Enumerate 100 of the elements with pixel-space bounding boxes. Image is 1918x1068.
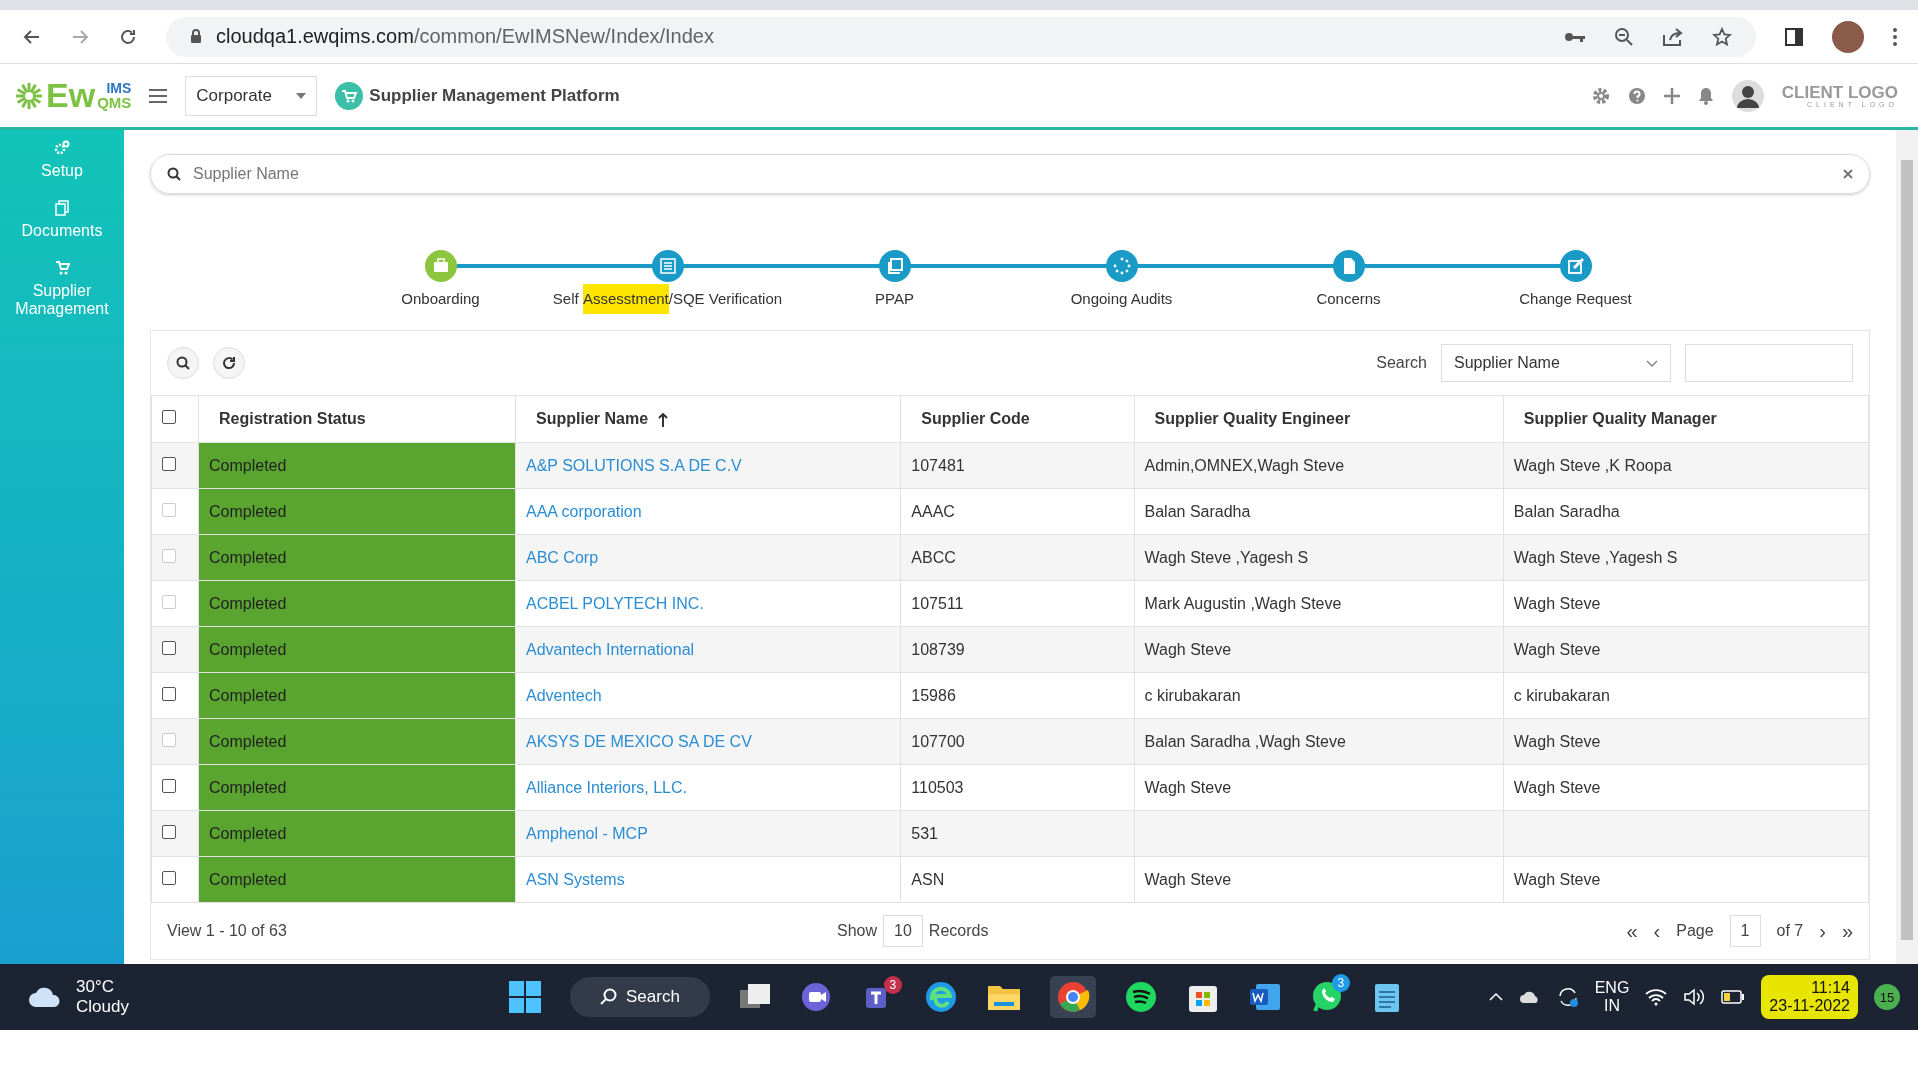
- taskbar-search[interactable]: Search: [570, 977, 710, 1017]
- edge-browser-icon[interactable]: [923, 980, 958, 1014]
- table-cell: 15986: [911, 686, 956, 704]
- user-avatar-icon[interactable]: [1731, 79, 1764, 112]
- status-cell: Completed: [198, 810, 516, 857]
- notification-badge: 3: [1331, 974, 1350, 992]
- row-checkbox[interactable]: [162, 456, 176, 471]
- search-input[interactable]: [1685, 344, 1853, 382]
- logo-text: QMS: [97, 95, 132, 110]
- menu-icon[interactable]: [149, 88, 168, 103]
- star-icon[interactable]: [1712, 26, 1732, 47]
- scrollbar[interactable]: [1896, 130, 1918, 964]
- zoom-out-icon[interactable]: [1614, 26, 1634, 47]
- plus-icon[interactable]: [1663, 87, 1680, 104]
- table-cell: Wagh Steve: [1513, 732, 1601, 750]
- chevron-up-icon[interactable]: [1488, 993, 1503, 1001]
- step-label[interactable]: Concerns: [1316, 284, 1381, 314]
- menu-dots-icon[interactable]: [1892, 26, 1898, 47]
- column-header[interactable]: Supplier Quality Engineer: [1154, 410, 1351, 427]
- battery-icon[interactable]: [1721, 990, 1746, 1004]
- table-cell: Admin,OMNEX,Wagh Steve: [1144, 456, 1345, 474]
- notification-count[interactable]: 15: [1874, 984, 1900, 1010]
- bell-icon[interactable]: [1697, 86, 1714, 105]
- records-label: Records: [928, 922, 989, 940]
- weather-text: Cloudy: [76, 997, 129, 1017]
- logo-text: Ew: [46, 76, 96, 115]
- search-button[interactable]: [167, 347, 199, 379]
- last-page-button[interactable]: »: [1841, 919, 1853, 943]
- page-label: Page: [1676, 922, 1714, 940]
- dots-circle-icon[interactable]: [1105, 250, 1138, 282]
- help-icon[interactable]: [1627, 86, 1646, 105]
- language-text[interactable]: ENG: [1594, 979, 1630, 997]
- table-cell: 107481: [911, 456, 965, 474]
- close-icon[interactable]: [1843, 169, 1853, 179]
- settings-icon[interactable]: [1591, 86, 1610, 105]
- wifi-icon[interactable]: [1645, 988, 1668, 1006]
- page-size-field[interactable]: 10: [883, 915, 923, 947]
- table-cell: Wagh Steve ,Yagesh S: [1513, 548, 1678, 566]
- column-header[interactable]: Registration Status: [219, 410, 366, 427]
- supplier-link[interactable]: Adventech: [526, 686, 602, 704]
- row-checkbox[interactable]: [162, 824, 176, 839]
- step-label[interactable]: Onboarding: [401, 284, 480, 314]
- unit-dropdown[interactable]: Corporate: [185, 75, 318, 116]
- step-label[interactable]: Ongoing Audits: [1070, 284, 1173, 314]
- row-checkbox[interactable]: [162, 640, 176, 655]
- table-cell: 110503: [911, 778, 964, 796]
- table-cell: 531: [911, 824, 938, 842]
- windows-start-icon[interactable]: [508, 980, 542, 1014]
- region-text[interactable]: IN: [1604, 997, 1620, 1015]
- cloud-icon[interactable]: [1518, 990, 1541, 1004]
- edit-icon[interactable]: [1559, 250, 1592, 282]
- table-cell: Wagh Steve ,Yagesh S: [1144, 548, 1309, 566]
- row-checkbox[interactable]: [162, 870, 176, 885]
- clock-time[interactable]: 11:14: [1811, 979, 1850, 997]
- row-checkbox[interactable]: [162, 778, 176, 793]
- status-cell: Completed: [198, 764, 516, 811]
- supplier-link[interactable]: ASN Systems: [526, 870, 625, 888]
- previous-page-button[interactable]: ‹: [1653, 919, 1661, 943]
- table-cell: Wagh Steve: [1513, 870, 1601, 888]
- clock-date[interactable]: 23-11-2022: [1769, 997, 1850, 1015]
- speaker-icon[interactable]: [1683, 988, 1706, 1006]
- search-by-dropdown[interactable]: Supplier Name: [1441, 344, 1671, 382]
- status-cell: Completed: [198, 488, 516, 535]
- select-all-checkbox[interactable]: [162, 410, 176, 424]
- page-total: of 7: [1776, 922, 1804, 940]
- status-cell: Completed: [198, 856, 516, 903]
- status-cell: Completed: [198, 534, 516, 581]
- side-panel-icon[interactable]: [1784, 26, 1804, 47]
- refresh-button[interactable]: [213, 347, 245, 379]
- logo-text: IMS: [105, 81, 132, 95]
- table-cell: c kirubakaran: [1513, 686, 1610, 704]
- address-bar[interactable]: cloudqa1.ewqims.com/common/EwIMSNew/Index/Index: [166, 16, 1756, 57]
- lock-icon: [190, 29, 202, 44]
- search-icon: [176, 356, 190, 370]
- sync-icon[interactable]: [1556, 986, 1579, 1008]
- chevron-icon: [1646, 359, 1658, 367]
- list-icon[interactable]: [651, 250, 684, 282]
- table-cell: Wagh Steve ,K Roopa: [1513, 456, 1672, 474]
- table-cell: Mark Augustin ,Wagh Steve: [1144, 594, 1342, 612]
- chrome-browser-icon[interactable]: [1055, 980, 1090, 1014]
- table-cell: Wagh Steve: [1144, 778, 1232, 796]
- profile-avatar[interactable]: [1832, 20, 1864, 53]
- table-cell: Wagh Steve: [1513, 640, 1601, 658]
- share-icon[interactable]: [1662, 26, 1684, 47]
- supplier-link[interactable]: Alliance Interiors, LLC.: [526, 778, 687, 796]
- status-cell: Completed: [198, 718, 516, 765]
- next-page-button[interactable]: ›: [1819, 919, 1826, 943]
- document-icon[interactable]: [1332, 250, 1365, 282]
- table-cell: Wagh Steve: [1513, 594, 1601, 612]
- row-checkbox[interactable]: [162, 686, 176, 701]
- step-label[interactable]: Change Request: [1519, 284, 1632, 314]
- column-header[interactable]: Supplier Name: [536, 410, 649, 427]
- column-header[interactable]: Supplier Code: [921, 410, 1030, 427]
- music-app-icon[interactable]: [1123, 980, 1158, 1014]
- table-cell: Balan Saradha: [1513, 502, 1620, 520]
- step-label[interactable]: PPAP: [875, 284, 914, 314]
- first-page-button[interactable]: «: [1626, 919, 1638, 943]
- copy-icon[interactable]: [878, 250, 911, 282]
- page-number-field[interactable]: 1: [1729, 915, 1761, 947]
- column-header[interactable]: Supplier Quality Manager: [1523, 410, 1717, 427]
